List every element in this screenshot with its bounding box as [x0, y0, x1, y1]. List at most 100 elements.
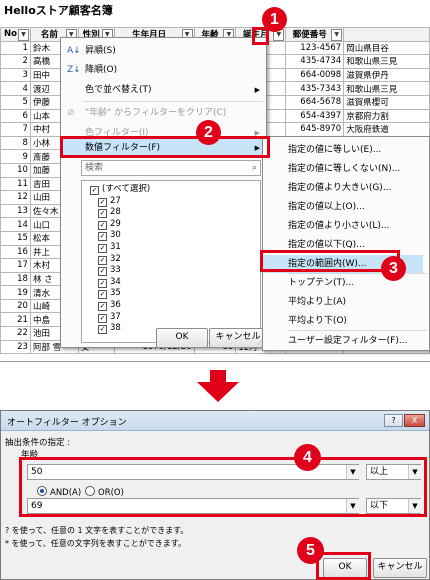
filter-checkbox-item[interactable]: ✓ 28 — [98, 207, 121, 219]
filter-value-list: ✓ (すべて選択) ✓ 27 ✓ 28 ✓ 29 ✓ 30 ✓ 31 ✓ 32 ✓ 33 ✓ 34 ✓ 35 ✓ 36 ✓ 3… — [81, 180, 277, 343]
number-filter-option[interactable]: 平均より上(A) — [263, 293, 423, 311]
checkbox-checked-icon: ✓ — [98, 290, 107, 300]
filter-dropdown-button[interactable]: ▼ — [17, 29, 29, 41]
number-filter-option[interactable]: 指定の値より大きい(G)... — [263, 179, 423, 197]
filter-checkbox-item[interactable]: ✓ 35 — [98, 288, 121, 300]
table-cell[interactable]: 20 — [0, 298, 31, 314]
table-cell[interactable]: 435-4734 — [285, 54, 345, 69]
table-cell[interactable]: 10 — [0, 162, 31, 178]
dialog-cancel-button[interactable]: キャンセル — [373, 558, 427, 578]
table-cell[interactable]: 京都府力割 — [343, 108, 430, 124]
sort-asc-icon: A↓ — [67, 46, 81, 56]
filter-checkbox-item[interactable]: ✓ 27 — [98, 196, 121, 207]
table-cell[interactable]: 12 — [0, 190, 31, 205]
filter-checkbox-item[interactable]: ✓ 30 — [98, 230, 121, 242]
table-cell[interactable]: 664-0098 — [285, 67, 345, 83]
filter-checkbox-item[interactable]: ✓ 31 — [98, 242, 121, 253]
checkbox-checked-icon: ✓ — [98, 255, 107, 265]
ok-highlight — [316, 552, 371, 580]
checkbox-checked-icon: ✓ — [98, 278, 107, 288]
step-callout-2: 2 — [196, 120, 221, 145]
number-filter-option[interactable]: 指定の値に等しい(E)... — [263, 141, 423, 159]
table-cell[interactable]: 14 — [0, 217, 31, 232]
table-cell[interactable]: 5 — [0, 94, 31, 110]
clear-filter-item[interactable]: ⊘ "年齢" からフィルターをクリア(C) — [61, 104, 266, 122]
criteria-highlight — [19, 457, 427, 517]
table-cell[interactable]: 11 — [0, 176, 31, 192]
table-cell[interactable]: 18 — [0, 271, 31, 287]
menu-divider — [83, 101, 263, 102]
checkbox-checked-icon: ✓ — [98, 232, 107, 242]
table-cell[interactable]: 15 — [0, 230, 31, 246]
close-button[interactable]: X — [404, 414, 425, 427]
sort-by-color-item[interactable]: 色で並べ替え(T) ▶ — [61, 81, 266, 99]
sort-desc-icon: Z↓ — [67, 65, 81, 75]
table-cell[interactable]: 9 — [0, 149, 31, 164]
table-cell[interactable]: 654-4397 — [285, 108, 345, 124]
filter-checkbox-item[interactable]: ✓ (すべて選択) — [90, 184, 150, 195]
menu-divider — [287, 330, 427, 331]
filter-checkbox-item[interactable]: ✓ 38 — [98, 323, 121, 335]
table-cell[interactable]: 滋賀県櫻可 — [343, 94, 430, 110]
table-cell[interactable]: 13 — [0, 203, 31, 219]
step-callout-5: 5 — [297, 537, 324, 564]
table-cell[interactable]: 6 — [0, 108, 31, 124]
step-callout-4: 4 — [294, 444, 321, 471]
checkbox-checked-icon: ✓ — [90, 186, 99, 195]
table-cell[interactable]: 和歌山県三見 — [343, 81, 430, 96]
step-callout-3: 3 — [381, 256, 406, 281]
table-cell[interactable]: 645-8970 — [285, 122, 345, 137]
checkbox-checked-icon: ✓ — [98, 325, 107, 335]
filter-checkbox-item[interactable]: ✓ 34 — [98, 277, 121, 288]
filter-checkbox-item[interactable]: ✓ 29 — [98, 219, 121, 230]
hint-asterisk: * を使って、任意の文字列を表すことができます。 — [5, 539, 186, 548]
table-cell[interactable]: 大阪府鉄道 — [343, 122, 430, 137]
table-cell[interactable]: 1 — [0, 40, 31, 56]
table-cell[interactable]: 22 — [0, 326, 31, 341]
column-header — [343, 27, 430, 42]
search-icon: ⌕ — [251, 163, 257, 173]
table-cell[interactable]: 19 — [0, 285, 31, 300]
table-cell[interactable]: 16 — [0, 244, 31, 260]
sort-ascending-item[interactable]: A↓ 昇順(S) — [61, 42, 266, 60]
table-cell[interactable]: 21 — [0, 312, 31, 328]
table-cell[interactable]: 4 — [0, 81, 31, 96]
table-cell[interactable]: 435-7343 — [285, 81, 345, 96]
table-cell[interactable]: 664-5678 — [285, 94, 345, 110]
number-filter-option[interactable]: 平均より下(O) — [263, 312, 423, 330]
number-filter-option[interactable]: 指定の値より小さい(L)... — [263, 217, 423, 235]
filter-search-input[interactable]: 検索 ⌕ — [81, 160, 261, 176]
step-callout-1: 1 — [262, 7, 287, 32]
table-cell[interactable]: 17 — [0, 258, 31, 273]
table-cell[interactable]: 123-4567 — [285, 40, 345, 56]
criteria-label: 抽出条件の指定 : — [5, 438, 71, 448]
number-filter-option[interactable]: ユーザー設定フィルター(F)... — [263, 332, 423, 350]
hint-question-mark: ? を使って、任意の 1 文字を表すことができます。 — [5, 526, 189, 535]
filter-ok-button[interactable]: OK — [156, 328, 208, 348]
table-cell[interactable]: 滋賀県伊丹 — [343, 67, 430, 83]
table-cell[interactable]: 2 — [0, 54, 31, 69]
sort-descending-item[interactable]: Z↓ 降順(O) — [61, 61, 266, 79]
number-filter-option[interactable]: 指定の値以上(O)... — [263, 198, 423, 216]
table-cell[interactable]: 3 — [0, 67, 31, 83]
filter-checkbox-item[interactable]: ✓ 32 — [98, 254, 121, 265]
filter-checkbox-item[interactable]: ✓ 37 — [98, 312, 121, 323]
dialog-title: オートフィルター オプション — [7, 418, 127, 428]
checkbox-checked-icon: ✓ — [98, 244, 107, 253]
filter-checkbox-item[interactable]: ✓ 33 — [98, 265, 121, 277]
filter-dropdown-menu: A↓ 昇順(S) Z↓ 降順(O) 色で並べ替え(T) ▶ ⊘ "年齢" からフィルター… — [60, 37, 277, 348]
checkbox-checked-icon: ✓ — [98, 267, 107, 277]
table-cell[interactable]: 7 — [0, 122, 31, 137]
filter-checkbox-item[interactable]: ✓ 36 — [98, 300, 121, 311]
checkbox-checked-icon: ✓ — [98, 209, 107, 219]
filter-dropdown-button[interactable]: ▼ — [331, 29, 343, 41]
table-cell[interactable]: 8 — [0, 135, 31, 151]
table-cell[interactable]: 岡山県目谷 — [343, 40, 430, 56]
table-cell[interactable]: 23 — [0, 339, 31, 355]
table-cell[interactable]: 和歌山県三見 — [343, 54, 430, 69]
help-button[interactable]: ? — [384, 414, 403, 427]
number-filter-option[interactable]: 指定の値に等しくない(N)... — [263, 160, 423, 178]
between-highlight — [260, 250, 400, 272]
sheet-title: Helloストア顧客名簿 — [4, 4, 113, 17]
checkbox-checked-icon: ✓ — [98, 313, 107, 323]
